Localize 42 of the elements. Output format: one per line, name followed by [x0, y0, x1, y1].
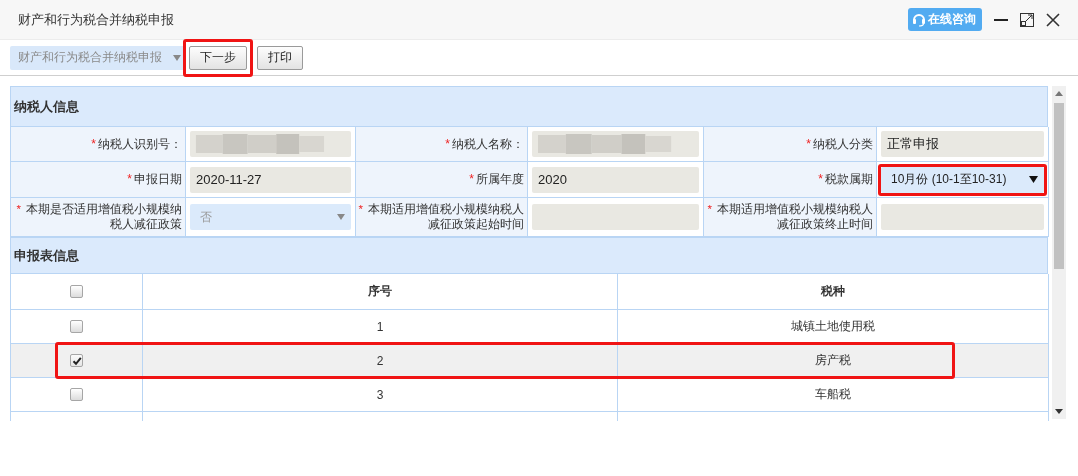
checkbox[interactable] [70, 354, 83, 367]
scroll-down-icon[interactable] [1055, 409, 1063, 414]
field-label: * 纳税人分类 [806, 136, 873, 152]
table-cell: 车船税 [815, 386, 851, 403]
field-label: * 本期适用增值税小规模纳税人减征政策起始时间 [357, 202, 524, 232]
input-field[interactable] [881, 204, 1044, 230]
table-cell: 2 [376, 353, 384, 368]
headset-icon [912, 12, 926, 27]
window-title: 财产和行为税合并纳税申报 [18, 10, 175, 29]
table-cell: 房产税 [815, 352, 851, 369]
dropdown-caret-icon [173, 54, 181, 61]
field-label: * 纳税人名称： [445, 136, 524, 152]
period-select[interactable]: 10月份 (10-1至10-31) [881, 166, 1044, 193]
checkbox[interactable] [70, 388, 83, 401]
field-label: * 纳税人识别号： [91, 136, 182, 152]
field-label: * 申报日期 [127, 172, 182, 187]
scroll-up-icon[interactable] [1055, 91, 1063, 96]
table-cell: 城镇土地使用税 [791, 318, 875, 335]
field-label: * 本期适用增值税小规模纳税人减征政策终止时间 [706, 202, 873, 232]
column-header: 序号 [368, 283, 392, 300]
toolbar-button[interactable]: 打印 [257, 45, 303, 70]
section-title: 申报表信息 [14, 246, 79, 265]
dropdown-caret-icon [337, 214, 345, 220]
field-label: * 所属年度 [469, 172, 524, 187]
input-field[interactable]: 正常申报 [881, 131, 1044, 157]
dropdown-caret-icon [1029, 176, 1038, 183]
close-icon[interactable] [1046, 12, 1060, 27]
toolbar-button[interactable]: 下一步 [189, 45, 247, 70]
table-cell: 1 [376, 319, 384, 334]
input-field[interactable] [532, 204, 699, 230]
table-cell: 3 [376, 387, 384, 402]
input-field[interactable]: 2020 [532, 166, 699, 193]
input-field[interactable]: 2020-11-27 [190, 166, 351, 193]
table-row[interactable]: 3 车船税 [11, 378, 1048, 412]
checkbox[interactable] [70, 285, 83, 298]
field-label: * 本期是否适用增值税小规模纳税人减征政策 [15, 202, 182, 232]
maximize-icon[interactable] [1020, 12, 1034, 27]
scrollbar[interactable] [1052, 86, 1066, 419]
checkbox[interactable] [70, 320, 83, 333]
section-title: 纳税人信息 [14, 97, 79, 116]
column-header: 税种 [821, 283, 845, 300]
field-label: * 税款属期 [818, 172, 873, 187]
